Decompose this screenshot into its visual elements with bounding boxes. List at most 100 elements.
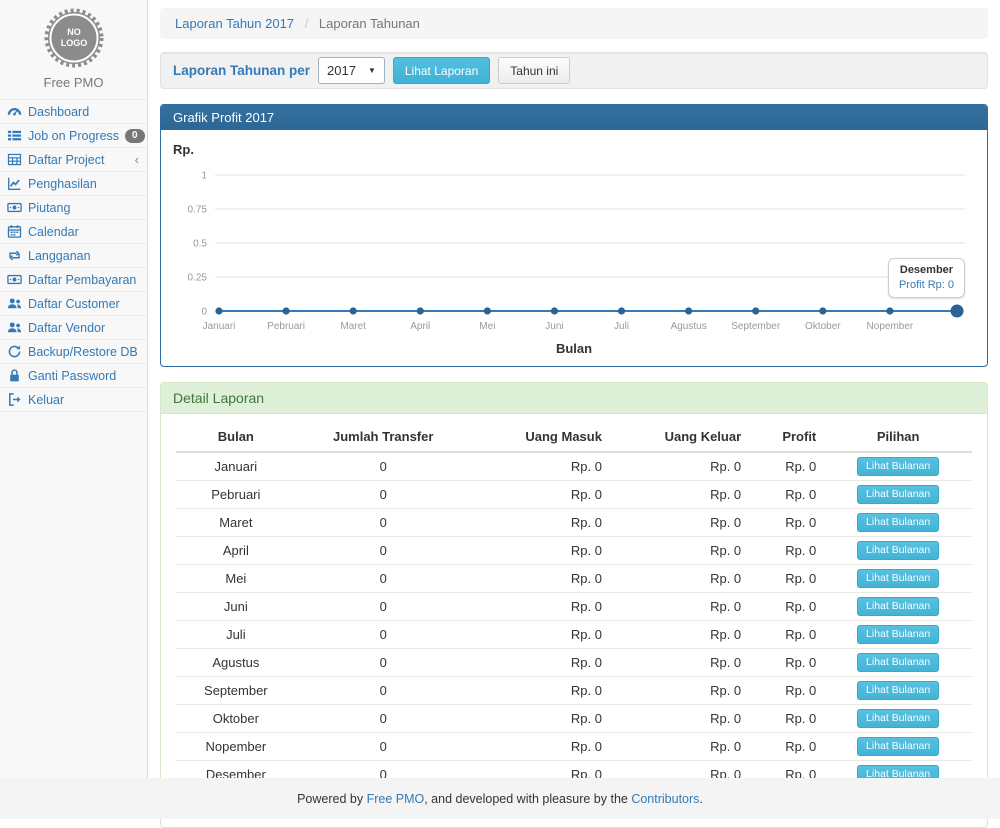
sidebar-item-job-on-progress[interactable]: Job on Progress 0	[0, 123, 147, 147]
cell-profit: Rp. 0	[749, 677, 824, 705]
brand: NO LOGO Free PMO	[0, 0, 147, 99]
cell-bulan: Oktober	[176, 705, 296, 733]
report-table: BulanJumlah TransferUang MasukUang Kelua…	[176, 422, 972, 813]
sidebar-item-daftar-customer[interactable]: Daftar Customer	[0, 291, 147, 315]
cell-bulan: Agustus	[176, 649, 296, 677]
lihat-bulanan-button[interactable]: Lihat Bulanan	[857, 653, 939, 672]
svg-text:0.5: 0.5	[193, 239, 207, 250]
column-header-uang-keluar: Uang Keluar	[610, 422, 749, 452]
table-row-oktober: Oktober0Rp. 0Rp. 0Rp. 0Lihat Bulanan	[176, 705, 972, 733]
sidebar-item-daftar-pembayaran[interactable]: Daftar Pembayaran	[0, 267, 147, 291]
column-header-bulan: Bulan	[176, 422, 296, 452]
sidebar-item-label: Daftar Pembayaran	[28, 273, 136, 287]
cell-uang_masuk: Rp. 0	[471, 649, 610, 677]
cell-bulan: Juni	[176, 593, 296, 621]
calendar-icon	[7, 224, 22, 239]
cell-uang_masuk: Rp. 0	[471, 481, 610, 509]
chart-panel: Grafik Profit 2017 Rp. 00.250.50.751Janu…	[160, 104, 988, 367]
cell-uang_keluar: Rp. 0	[610, 537, 749, 565]
svg-text:LOGO: LOGO	[60, 38, 87, 48]
svg-text:Juli: Juli	[614, 321, 629, 332]
sidebar-item-label: Daftar Customer	[28, 297, 120, 311]
sidebar-item-daftar-project[interactable]: Daftar Project‹	[0, 147, 147, 171]
sidebar-item-daftar-vendor[interactable]: Daftar Vendor	[0, 315, 147, 339]
sidebar: NO LOGO Free PMO Dashboard Job on Progres…	[0, 0, 148, 778]
count-badge: 0	[125, 129, 145, 143]
tooltip-title: Desember	[899, 264, 954, 276]
cell-pilihan: Lihat Bulanan	[824, 481, 972, 509]
sidebar-item-penghasilan[interactable]: Penghasilan	[0, 171, 147, 195]
lihat-bulanan-button[interactable]: Lihat Bulanan	[857, 485, 939, 504]
sidebar-item-backup-restore-db[interactable]: Backup/Restore DB	[0, 339, 147, 363]
profit-line-chart: 00.250.50.751JanuariPebruariMaretAprilMe…	[171, 159, 973, 341]
app-root: NO LOGO Free PMO Dashboard Job on Progres…	[0, 0, 1000, 778]
caret-down-icon: ▼	[368, 66, 376, 75]
sidebar-item-label: Penghasilan	[28, 177, 97, 191]
svg-text:Agustus: Agustus	[671, 321, 707, 332]
cell-bulan: Maret	[176, 509, 296, 537]
svg-text:Pebruari: Pebruari	[267, 321, 305, 332]
sidebar-item-dashboard[interactable]: Dashboard	[0, 99, 147, 123]
cell-jumlah_transfer: 0	[296, 565, 471, 593]
sidebar-item-piutang[interactable]: Piutang	[0, 195, 147, 219]
cell-profit: Rp. 0	[749, 481, 824, 509]
cell-pilihan: Lihat Bulanan	[824, 509, 972, 537]
lihat-bulanan-button[interactable]: Lihat Bulanan	[857, 569, 939, 588]
cell-jumlah_transfer: 0	[296, 705, 471, 733]
sidebar-item-langganan[interactable]: Langganan	[0, 243, 147, 267]
column-header-pilihan: Pilihan	[824, 422, 972, 452]
lihat-laporan-button[interactable]: Lihat Laporan	[393, 57, 490, 84]
lihat-bulanan-button[interactable]: Lihat Bulanan	[857, 541, 939, 560]
cell-jumlah_transfer: 0	[296, 733, 471, 761]
cell-profit: Rp. 0	[749, 649, 824, 677]
tooltip-value: Profit Rp: 0	[899, 279, 954, 291]
chevron-left-icon: ‹	[135, 153, 139, 166]
free-pmo-link[interactable]: Free PMO	[367, 792, 425, 806]
contributors-link[interactable]: Contributors	[631, 792, 699, 806]
main-content: Laporan Tahun 2017 / Laporan Tahunan Lap…	[148, 0, 1000, 778]
cell-profit: Rp. 0	[749, 733, 824, 761]
svg-text:Januari: Januari	[203, 321, 236, 332]
sidebar-item-ganti-password[interactable]: Ganti Password	[0, 363, 147, 387]
sidebar-item-label: Ganti Password	[28, 369, 116, 383]
signout-icon	[7, 392, 22, 407]
lihat-bulanan-button[interactable]: Lihat Bulanan	[857, 457, 939, 476]
tahun-ini-button[interactable]: Tahun ini	[498, 57, 570, 84]
svg-text:Nopember: Nopember	[867, 321, 914, 332]
svg-text:0: 0	[201, 307, 207, 318]
cell-profit: Rp. 0	[749, 621, 824, 649]
cell-bulan: April	[176, 537, 296, 565]
cell-jumlah_transfer: 0	[296, 452, 471, 481]
lihat-bulanan-button[interactable]: Lihat Bulanan	[857, 625, 939, 644]
breadcrumb-link[interactable]: Laporan Tahun 2017	[175, 16, 294, 31]
sidebar-item-calendar[interactable]: Calendar	[0, 219, 147, 243]
year-select-value: 2017	[327, 63, 356, 78]
lihat-bulanan-button[interactable]: Lihat Bulanan	[857, 737, 939, 756]
svg-text:Juni: Juni	[545, 321, 563, 332]
cell-profit: Rp. 0	[749, 509, 824, 537]
table-row-pebruari: Pebruari0Rp. 0Rp. 0Rp. 0Lihat Bulanan	[176, 481, 972, 509]
sidebar-item-keluar[interactable]: Keluar	[0, 387, 147, 412]
chart-x-axis-label: Bulan	[171, 341, 977, 356]
breadcrumb: Laporan Tahun 2017 / Laporan Tahunan	[160, 8, 988, 39]
lihat-bulanan-button[interactable]: Lihat Bulanan	[857, 597, 939, 616]
line-chart-icon	[7, 176, 22, 191]
cell-jumlah_transfer: 0	[296, 621, 471, 649]
lihat-bulanan-button[interactable]: Lihat Bulanan	[857, 709, 939, 728]
cell-uang_keluar: Rp. 0	[610, 593, 749, 621]
chart-body: Rp. 00.250.50.751JanuariPebruariMaretApr…	[161, 130, 987, 366]
cell-pilihan: Lihat Bulanan	[824, 452, 972, 481]
lihat-bulanan-button[interactable]: Lihat Bulanan	[857, 681, 939, 700]
cell-profit: Rp. 0	[749, 705, 824, 733]
svg-text:April: April	[410, 321, 430, 332]
cell-uang_keluar: Rp. 0	[610, 705, 749, 733]
svg-text:0.75: 0.75	[188, 205, 208, 216]
sidebar-item-label: Job on Progress	[28, 129, 119, 143]
users-icon	[7, 296, 22, 311]
lihat-bulanan-button[interactable]: Lihat Bulanan	[857, 513, 939, 532]
filter-label: Laporan Tahunan per	[173, 63, 310, 78]
table-row-september: September0Rp. 0Rp. 0Rp. 0Lihat Bulanan	[176, 677, 972, 705]
year-select[interactable]: 2017 ▼	[318, 57, 385, 84]
table-body: Januari0Rp. 0Rp. 0Rp. 0Lihat BulananPebr…	[176, 452, 972, 813]
sidebar-item-label: Dashboard	[28, 105, 89, 119]
